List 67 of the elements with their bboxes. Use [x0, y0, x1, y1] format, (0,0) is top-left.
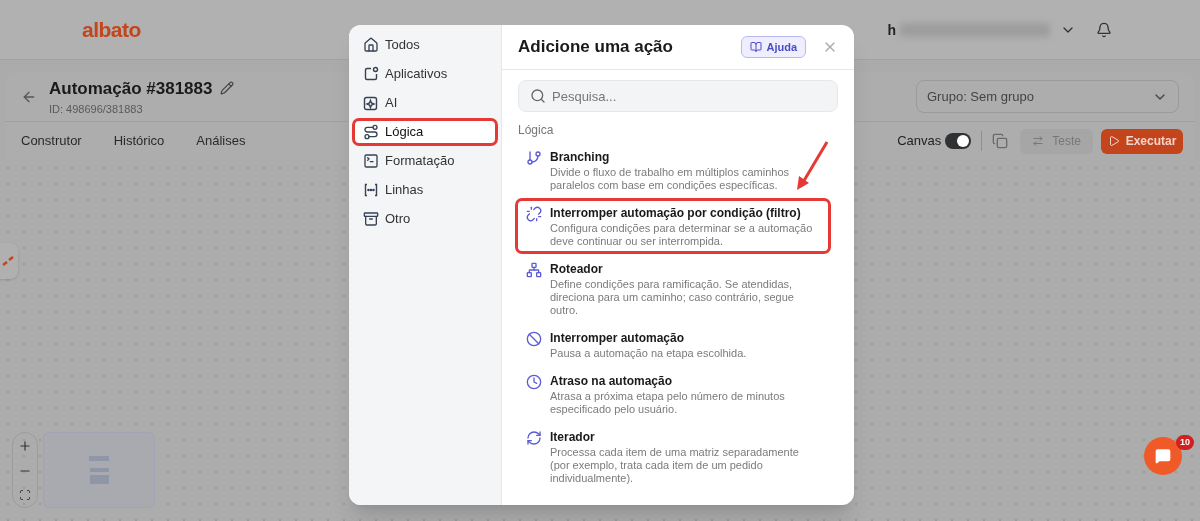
action-title: Interromper automação [550, 330, 686, 347]
action-title: Atraso na automação [550, 373, 674, 390]
branch-icon [526, 150, 542, 166]
action-description: Divide o fluxo de trabalho em múltiplos caminhos paralelos com base em condições específicas. [550, 166, 791, 192]
user-email[interactable]: h [887, 19, 896, 40]
notification-count: 10 [1176, 435, 1194, 450]
network-icon [526, 262, 542, 278]
category-item[interactable]: Linhas [355, 179, 495, 201]
zoom-in-icon[interactable] [18, 438, 32, 453]
action-description: Configura condições para determinar se a automação deve continuar ou ser interrompida. [550, 222, 814, 248]
archive-icon [363, 211, 379, 227]
action-item[interactable]: Atraso na automação Atrasa a próxima etapa pelo número de minutos especificado pelo usuário. [518, 369, 828, 419]
action-description: Define condições para ramificação. Se atendidas, direciona para um caminho; caso contrário, segue outro. [550, 278, 795, 317]
chat-button[interactable] [1144, 437, 1182, 475]
app-icon [363, 66, 379, 82]
category-item[interactable]: Formatação [355, 150, 495, 172]
route-icon [363, 124, 379, 140]
terminal-icon [363, 153, 379, 169]
canvas-toggle[interactable] [945, 133, 972, 149]
category-item[interactable]: Lógica [355, 121, 495, 143]
category-item[interactable]: AI [355, 92, 495, 114]
bell-icon[interactable] [1096, 21, 1112, 38]
category-item[interactable]: Todos [355, 34, 495, 56]
category-item[interactable]: Otro [355, 208, 495, 230]
action-description: Atrasa a próxima etapa pelo número de minutos especificado pelo usuário. [550, 390, 786, 416]
category-item[interactable]: Aplicativos [355, 63, 495, 85]
home-icon [363, 37, 379, 53]
action-item[interactable]: Interromper automação por condição (filtro) Configura condições para determinar se a automação deve continuar ou ser interrompida. [518, 201, 828, 251]
action-title: Iterador [550, 429, 596, 446]
sparkle-icon [363, 95, 379, 111]
action-title: Branching [550, 149, 611, 166]
search-icon [530, 88, 546, 104]
play-icon [1107, 135, 1120, 147]
swap-icon [1032, 135, 1045, 147]
search-field[interactable]: Pesquisa... [518, 80, 838, 112]
canvas-label: Canvas [897, 132, 942, 151]
stop-icon [526, 331, 542, 347]
node-icon [2, 256, 14, 266]
action-description: Processa cada item de uma matriz separadamente (por exemplo, trata cada item de um pedido individualmente). [550, 446, 800, 485]
book-icon [750, 41, 763, 53]
tab[interactable]: Construtor [21, 131, 82, 151]
tab[interactable]: Histórico [113, 131, 165, 151]
edit-icon[interactable] [220, 81, 235, 96]
unlink-icon [526, 206, 542, 222]
action-item[interactable]: Iterador Processa cada item de uma matriz separadamente (por exemplo, trata cada item de um pedido individualmente). [518, 425, 828, 488]
group-select[interactable]: Grupo: Sem grupo [916, 80, 1179, 113]
action-title: Roteador [550, 261, 604, 278]
chat-icon [1155, 448, 1171, 464]
tab[interactable]: Análises [196, 131, 246, 151]
run-button[interactable]: Executar [1101, 128, 1183, 154]
modal-title: Adicione uma ação [518, 36, 673, 59]
action-description: Pausa a automação na etapa escolhida. [550, 347, 747, 360]
annotation-arrow [795, 140, 830, 192]
automation-title: Automação #381883 [49, 77, 213, 100]
help-button[interactable]: Ajuda [741, 36, 806, 58]
automation-id: ID: 498696/381883 [49, 102, 144, 117]
brackets-icon [363, 182, 379, 198]
copy-icon[interactable] [992, 133, 1009, 149]
clock-icon [526, 374, 542, 390]
action-title: Interromper automação por condição (filtro) [550, 205, 802, 222]
refresh-icon [526, 430, 542, 446]
action-item[interactable]: Roteador Define condições para ramificação. Se atendidas, direciona para um caminho; caso contrário, segue outro. [518, 257, 828, 320]
minimap-nodes-drawing [88, 455, 110, 485]
action-item[interactable]: Interromper automação Pausa a automação na etapa escolhida. [518, 326, 828, 363]
section-label: Lógica [518, 122, 555, 139]
action-item[interactable]: Branching Divide o fluxo de trabalho em múltiplos caminhos paralelos com base em condições específicas. [518, 145, 828, 195]
fit-view-icon[interactable] [19, 489, 31, 502]
